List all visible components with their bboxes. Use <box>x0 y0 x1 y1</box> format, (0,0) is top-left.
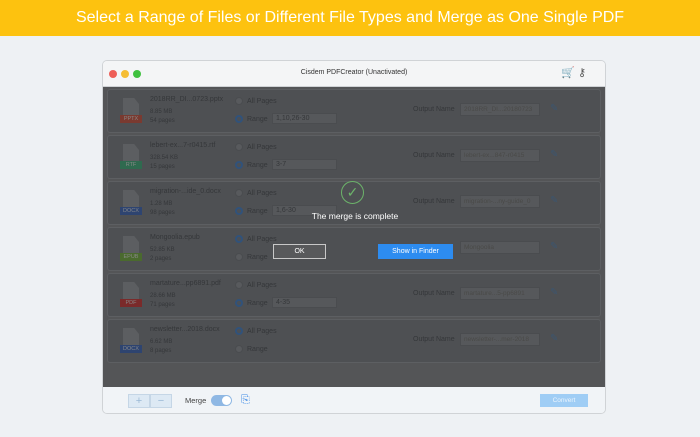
range-radio[interactable]: Range <box>235 299 268 307</box>
output-name-label: Output Name <box>413 290 455 297</box>
range-label: Range <box>247 299 268 307</box>
file-type-icon: EPUB <box>120 236 142 264</box>
key-icon[interactable]: ⚷ <box>578 66 586 79</box>
window-title: Cisdem PDFCreator (Unactivated) <box>300 69 408 76</box>
file-size: 8.85 MB <box>150 109 173 115</box>
file-type-icon: PDF <box>120 282 142 310</box>
all-pages-label: All Pages <box>247 97 277 105</box>
bottom-bar: + − Merge ⎘ Convert <box>103 387 605 413</box>
file-name: Mongoolia.epub <box>150 234 200 241</box>
remove-file-button[interactable]: − <box>150 394 172 408</box>
all-pages-radio[interactable]: All Pages <box>235 189 277 197</box>
file-name: migration-...ide_0.docx <box>150 188 221 195</box>
edit-file-icon[interactable]: ✎ <box>550 333 558 344</box>
file-row[interactable]: PPTX 2018RR_DI...0723.pptx 8.85 MB 54 pa… <box>107 89 601 133</box>
file-type-icon: DOCX <box>120 328 142 356</box>
all-pages-radio[interactable]: All Pages <box>235 97 277 105</box>
range-radio[interactable]: Range <box>235 253 268 261</box>
file-list: PPTX 2018RR_DI...0723.pptx 8.85 MB 54 pa… <box>103 87 605 387</box>
output-name-input[interactable]: martature...5-pp6891 <box>460 287 540 300</box>
all-pages-label: All Pages <box>247 143 277 151</box>
output-name-label: Output Name <box>413 106 455 113</box>
range-radio[interactable]: Range <box>235 345 268 353</box>
app-window: Cisdem PDFCreator (Unactivated) 🛒 ⚷ PPTX… <box>102 60 606 414</box>
range-label: Range <box>247 115 268 123</box>
file-type-icon: RTF <box>120 144 142 172</box>
range-input[interactable]: 1,10,26-30 <box>272 113 337 124</box>
merge-settings-icon[interactable]: ⎘ <box>241 394 250 407</box>
all-pages-radio[interactable]: All Pages <box>235 235 277 243</box>
file-type-icon: PPTX <box>120 98 142 126</box>
show-in-finder-button[interactable]: Show in Finder <box>378 244 453 259</box>
output-name-input[interactable]: lebert-ex...847-r0415 <box>460 149 540 162</box>
file-pages: 15 pages <box>150 164 175 170</box>
title-bar: Cisdem PDFCreator (Unactivated) 🛒 ⚷ <box>103 61 605 87</box>
output-name-input[interactable]: migration-...ny-guide_0 <box>460 195 540 208</box>
edit-file-icon[interactable]: ✎ <box>550 287 558 298</box>
file-size: 328.54 KB <box>150 155 179 161</box>
file-name: 2018RR_DI...0723.pptx <box>150 96 224 103</box>
all-pages-radio[interactable]: All Pages <box>235 327 277 335</box>
range-label: Range <box>247 207 268 215</box>
file-pages: 54 pages <box>150 118 175 124</box>
range-radio[interactable]: Range <box>235 161 268 169</box>
file-row[interactable]: PDF martature...pp6891.pdf 28.66 MB 71 p… <box>107 273 601 317</box>
file-name: newsletter...2018.docx <box>150 326 220 333</box>
range-radio[interactable]: Range <box>235 115 268 123</box>
merge-label: Merge <box>185 396 207 405</box>
file-size: 1.28 MB <box>150 201 173 207</box>
output-name-label: Output Name <box>413 152 455 159</box>
range-input[interactable]: 3-7 <box>272 159 337 170</box>
all-pages-radio[interactable]: All Pages <box>235 281 277 289</box>
merge-toggle[interactable] <box>211 395 232 406</box>
all-pages-radio[interactable]: All Pages <box>235 143 277 151</box>
output-name-label: Output Name <box>413 336 455 343</box>
convert-button[interactable]: Convert <box>540 394 588 407</box>
all-pages-label: All Pages <box>247 327 277 335</box>
edit-file-icon[interactable]: ✎ <box>550 241 558 252</box>
cart-icon[interactable]: 🛒 <box>561 66 575 79</box>
output-name-input[interactable]: newsletter-...mer-2018 <box>460 333 540 346</box>
file-name: martature...pp6891.pdf <box>150 280 221 287</box>
output-name-input[interactable]: 2018RR_DI...20180723 <box>460 103 540 116</box>
file-pages: 98 pages <box>150 210 175 216</box>
all-pages-label: All Pages <box>247 281 277 289</box>
file-size: 6.62 MB <box>150 339 173 345</box>
file-type-icon: DOCX <box>120 190 142 218</box>
edit-file-icon[interactable]: ✎ <box>550 195 558 206</box>
all-pages-label: All Pages <box>247 189 277 197</box>
file-size: 52.85 KB <box>150 247 175 253</box>
output-name-label: Output Name <box>413 198 455 205</box>
file-pages: 2 pages <box>150 256 172 262</box>
output-name-input[interactable]: Mongoolia <box>460 241 540 254</box>
file-pages: 71 pages <box>150 302 175 308</box>
success-check-icon: ✓ <box>341 181 364 204</box>
file-size: 28.66 MB <box>150 293 176 299</box>
file-row[interactable]: DOCX newsletter...2018.docx 6.62 MB 8 pa… <box>107 319 601 363</box>
range-radio[interactable]: Range <box>235 207 268 215</box>
promo-banner: Select a Range of Files or Different Fil… <box>0 0 700 36</box>
range-label: Range <box>247 161 268 169</box>
file-pages: 8 pages <box>150 348 172 354</box>
range-label: Range <box>247 253 268 261</box>
ok-button[interactable]: OK <box>273 244 326 259</box>
file-row[interactable]: RTF lebert-ex...7-r0415.rtf 328.54 KB 15… <box>107 135 601 179</box>
file-row[interactable]: EPUB Mongoolia.epub 52.85 KB 2 pages All… <box>107 227 601 271</box>
range-input[interactable]: 4-35 <box>272 297 337 308</box>
edit-file-icon[interactable]: ✎ <box>550 149 558 160</box>
file-name: lebert-ex...7-r0415.rtf <box>150 142 216 149</box>
edit-file-icon[interactable]: ✎ <box>550 103 558 114</box>
merge-complete-message: The merge is complete <box>311 211 399 221</box>
range-label: Range <box>247 345 268 353</box>
add-file-button[interactable]: + <box>128 394 150 408</box>
all-pages-label: All Pages <box>247 235 277 243</box>
